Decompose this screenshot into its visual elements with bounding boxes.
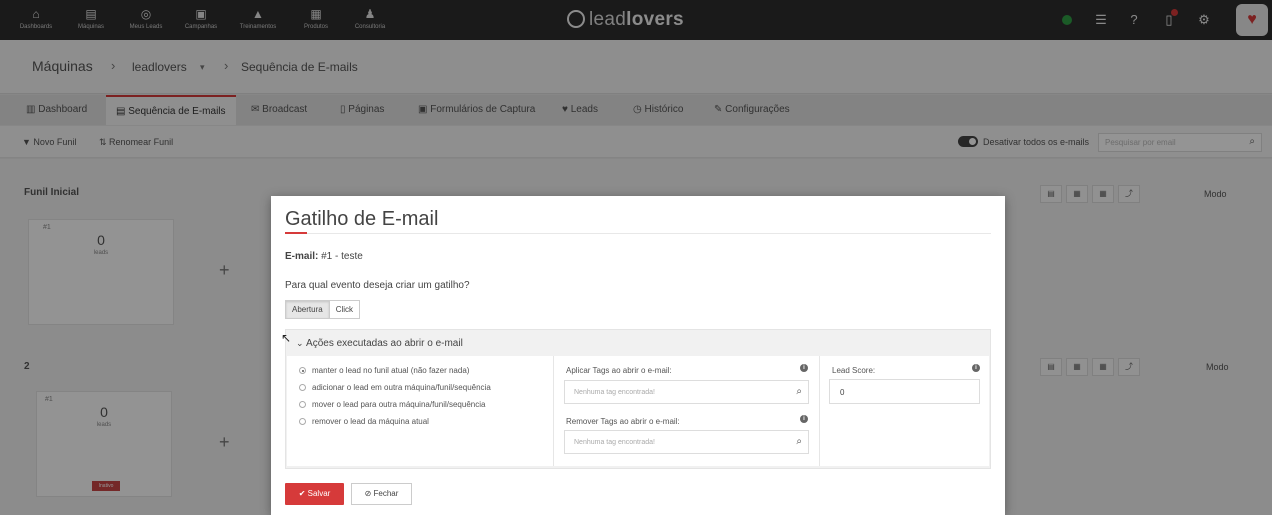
event-question: Para qual evento deseja criar um gatilho… xyxy=(285,280,470,291)
radio-button[interactable] xyxy=(299,401,306,408)
radio-button[interactable] xyxy=(299,384,306,391)
remove-tags-input[interactable]: Nenhuma tag encontrada! ⌕ xyxy=(564,430,809,454)
info-icon[interactable]: i xyxy=(800,415,808,423)
event-option-open[interactable]: Abertura xyxy=(286,301,330,318)
radio-add-lead[interactable]: adicionar o lead em outra máquina/funil/… xyxy=(299,383,491,392)
column-divider xyxy=(553,356,554,466)
radio-move-lead[interactable]: mover o lead para outra máquina/funil/se… xyxy=(299,400,485,409)
title-divider xyxy=(285,233,991,234)
event-option-click[interactable]: Click xyxy=(329,301,360,318)
search-icon[interactable]: ⌕ xyxy=(796,436,802,447)
apply-tags-label: Aplicar Tags ao abrir o e-mail: xyxy=(566,366,672,375)
radio-remove-lead[interactable]: remover o lead da máquina atual xyxy=(299,417,429,426)
actions-body: manter o lead no funil atual (não fazer … xyxy=(287,356,989,466)
save-button[interactable]: ✔ Salvar xyxy=(285,483,344,505)
event-selector: Abertura Click xyxy=(285,300,361,319)
column-divider xyxy=(819,356,820,466)
remove-tags-label: Remover Tags ao abrir o e-mail: xyxy=(566,417,680,426)
chevron-down-icon: ⌄ xyxy=(296,338,307,348)
title-accent-line xyxy=(285,232,307,234)
email-trigger-modal: Gatilho de E-mail E-mail: #1 - teste Par… xyxy=(271,196,1005,515)
actions-panel: ⌄ Ações executadas ao abrir o e-mail man… xyxy=(285,329,991,469)
close-button[interactable]: ⊘ Fechar xyxy=(351,483,412,505)
radio-button[interactable] xyxy=(299,418,306,425)
cancel-circle-icon: ⊘ xyxy=(364,489,374,498)
actions-header: ⌄ Ações executadas ao abrir o e-mail xyxy=(296,338,463,349)
lead-score-input[interactable]: 0 xyxy=(829,379,980,404)
email-info: E-mail: #1 - teste xyxy=(285,251,363,262)
search-icon[interactable]: ⌕ xyxy=(796,386,802,397)
lead-score-label: Lead Score: xyxy=(832,366,876,375)
radio-button[interactable] xyxy=(299,367,306,374)
mouse-cursor-icon: ↖ xyxy=(281,331,292,345)
radio-keep-lead[interactable]: manter o lead no funil atual (não fazer … xyxy=(299,366,469,375)
modal-title: Gatilho de E-mail xyxy=(285,208,439,230)
info-icon[interactable]: i xyxy=(800,364,808,372)
check-icon: ✔ xyxy=(298,489,308,498)
info-icon[interactable]: i xyxy=(972,364,980,372)
apply-tags-input[interactable]: Nenhuma tag encontrada! ⌕ xyxy=(564,380,809,404)
